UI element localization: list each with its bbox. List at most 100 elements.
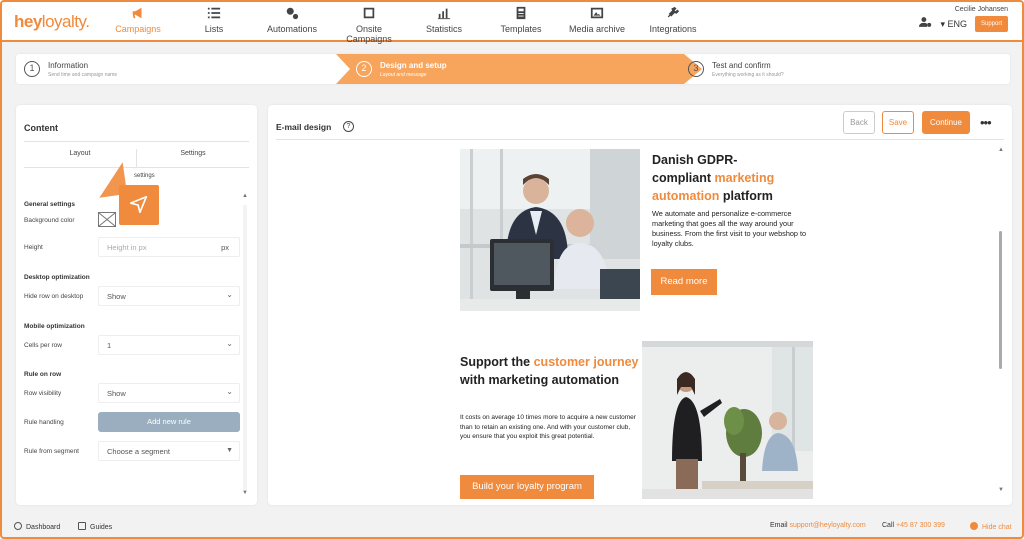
nav-templates[interactable]: Templates [496, 6, 546, 40]
footer-guides-link[interactable]: Guides [78, 522, 112, 531]
background-color-picker[interactable] [98, 212, 116, 227]
step-number: 1 [24, 61, 40, 77]
background-color-label: Background color [24, 217, 75, 224]
divider [276, 139, 1004, 140]
language-label: ENG [947, 18, 967, 29]
height-unit: px [221, 243, 229, 252]
step-subtitle: Send time and campaign name [48, 72, 118, 78]
scroll-down-arrow-icon[interactable]: ▼ [242, 490, 248, 496]
pointer-badge [119, 185, 159, 225]
chat-icon [970, 522, 978, 530]
support-button[interactable]: Support [974, 16, 1008, 32]
call-label: Call [882, 522, 895, 529]
divider [24, 141, 249, 142]
cells-per-row-value: 1 [107, 341, 112, 350]
hide-row-select[interactable]: Show ⌄ [98, 286, 240, 306]
step-subtitle: Layout and message [380, 72, 427, 78]
nav-statistics[interactable]: Statistics [422, 6, 466, 40]
height-placeholder: Height in px [107, 243, 147, 252]
chevron-down-icon: ⌄ [226, 290, 233, 299]
hide-row-value: Show [107, 292, 126, 301]
section-mobile-optimization: Mobile optimization [24, 323, 85, 330]
window-icon [360, 6, 378, 21]
hide-chat-button[interactable]: Hide chat [970, 522, 1012, 531]
row-visibility-value: Show [107, 389, 126, 398]
height-input[interactable]: Height in px px [98, 237, 240, 257]
automation-icon [283, 6, 301, 21]
nav-integrations[interactable]: Integrations [646, 6, 700, 40]
rule-from-segment-label: Rule from segment [24, 448, 79, 455]
save-button[interactable]: Save [882, 111, 914, 134]
email-label: Email [770, 522, 788, 529]
nav-automations[interactable]: Automations [262, 6, 322, 40]
help-icon[interactable]: ? [343, 121, 354, 132]
content-panel: Content Layout Settings settings ▲ ▼ Gen… [16, 105, 257, 505]
nav-media-archive[interactable]: Media archive [568, 6, 626, 40]
section-general-settings: General settings [24, 201, 75, 208]
cells-per-row-select[interactable]: 1 ⌄ [98, 335, 240, 355]
email-heading-2: Support the customer journey with market… [460, 355, 639, 387]
divider [24, 167, 249, 168]
step-design-and-setup[interactable]: 2 Design and setup Layout and message [348, 54, 678, 84]
back-button[interactable]: Back [843, 111, 875, 134]
segment-select[interactable]: Choose a segment ▼ [98, 441, 240, 461]
wizard-steps: 1 Information Send time and campaign nam… [16, 54, 1010, 84]
megaphone-icon [129, 6, 147, 21]
section-rule-on-row: Rule on row [24, 371, 62, 378]
row-visibility-label: Row visibility [24, 390, 62, 397]
app-frame: heyloyalty. Campaigns Lists Automations … [0, 0, 1024, 539]
scroll-up-arrow-icon[interactable]: ▲ [998, 147, 1004, 153]
template-icon [512, 6, 530, 21]
row-visibility-select[interactable]: Show ⌄ [98, 383, 240, 403]
nav-label: Media archive [568, 24, 626, 34]
logo[interactable]: heyloyalty. [14, 12, 90, 32]
nav-label: Campaigns [115, 24, 161, 34]
hide-chat-label: Hide chat [982, 524, 1012, 531]
footer-call: Call +45 87 300 399 [882, 522, 945, 529]
section-desktop-optimization: Desktop optimization [24, 274, 90, 281]
scroll-down-arrow-icon[interactable]: ▼ [998, 487, 1004, 493]
read-more-button[interactable]: Read more [651, 269, 717, 295]
email-image-meeting[interactable] [642, 341, 813, 499]
step-number: 2 [356, 61, 372, 77]
step-test-and-confirm[interactable]: 3 Test and confirm Everything working as… [680, 54, 1000, 84]
email-heading-1: Danish GDPR- compliant marketing automat… [652, 153, 775, 203]
cells-per-row-label: Cells per row [24, 342, 62, 349]
cursor-arrow-icon [129, 195, 148, 214]
scrollbar-track[interactable] [243, 205, 247, 490]
nav-lists[interactable]: Lists [194, 6, 234, 40]
nav-onsite-campaigns[interactable]: Onsite Campaigns [332, 6, 406, 44]
nav-campaigns[interactable]: Campaigns [110, 6, 166, 40]
guides-label: Guides [90, 524, 113, 531]
step-title: Design and setup [380, 61, 447, 70]
hide-row-label: Hide row on desktop [24, 293, 84, 300]
continue-button[interactable]: Continue [922, 111, 970, 134]
email-design-panel: E-mail design ? Back Save Continue ••• ▲… [268, 105, 1012, 505]
email-design-title: E-mail design [276, 122, 332, 132]
email-image-office-team[interactable] [460, 149, 640, 311]
more-options-icon[interactable]: ••• [980, 115, 992, 130]
subtab-settings[interactable]: settings [134, 173, 155, 179]
email-link[interactable]: support@heyloyalty.com [789, 522, 865, 529]
step-subtitle: Everything working as it should? [712, 72, 784, 78]
caret-down-icon: ▼ [226, 447, 233, 454]
add-new-rule-button[interactable]: Add new rule [98, 412, 240, 432]
scrollbar-thumb[interactable] [999, 231, 1002, 369]
user-settings-icon[interactable] [919, 15, 932, 33]
user-area: Cecilie Johansen ▾ ENG Support [919, 6, 1008, 33]
guides-icon [78, 522, 86, 530]
step-information[interactable]: 1 Information Send time and campaign nam… [16, 54, 336, 84]
nav-label: Integrations [649, 24, 697, 34]
scroll-up-arrow-icon[interactable]: ▲ [242, 193, 248, 199]
nav-label: Templates [500, 24, 542, 34]
footer-dashboard-link[interactable]: Dashboard [14, 522, 60, 531]
language-select[interactable]: ▾ ENG [940, 19, 967, 30]
nav-label: Lists [204, 24, 224, 34]
step-number: 3 [688, 61, 704, 77]
build-loyalty-program-button[interactable]: Build your loyalty program [460, 475, 594, 499]
footer-email: Email support@heyloyalty.com [770, 522, 866, 529]
tab-settings[interactable]: Settings [137, 150, 249, 166]
step-title: Information [48, 61, 89, 70]
phone-link[interactable]: +45 87 300 399 [896, 522, 945, 529]
email-paragraph-2: It costs on average 10 times more to acq… [460, 414, 636, 440]
